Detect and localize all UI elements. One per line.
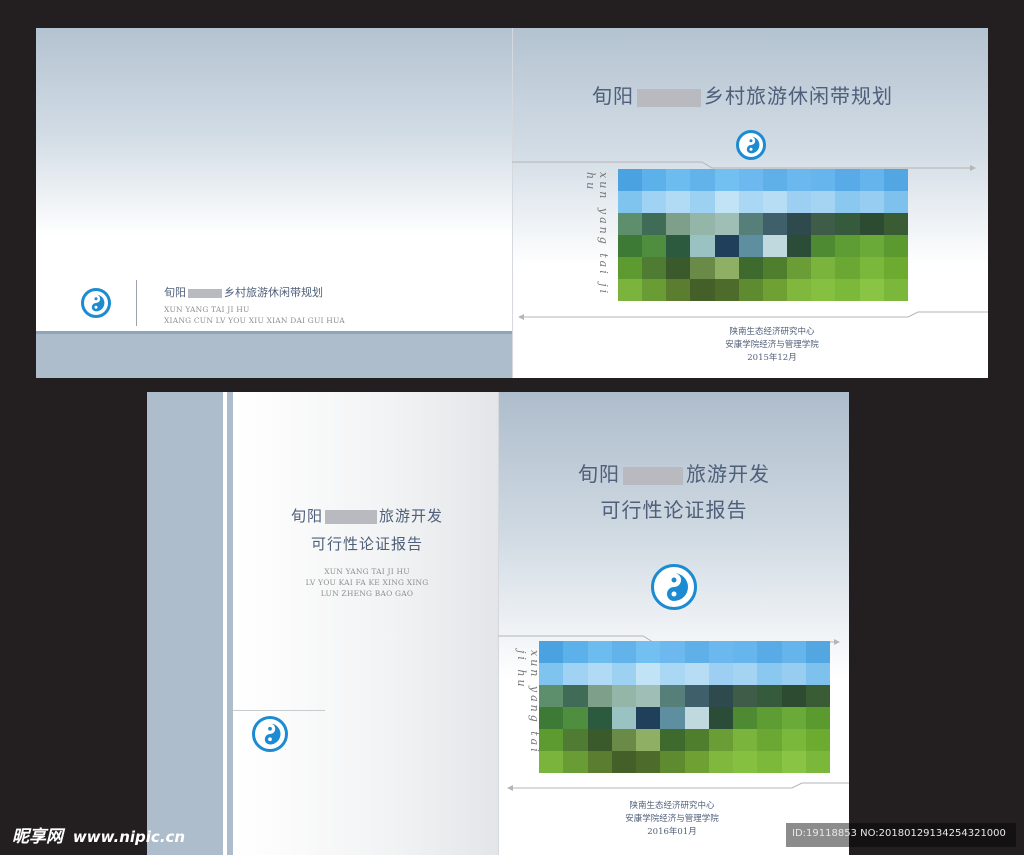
bottom-front-orgs: 陕南生态经济研究中心 安康学院经济与管理学院 2016年01月 xyxy=(625,801,719,837)
redacted-block xyxy=(188,288,222,298)
bottom-vertical-text: xun yang tai ji hu xyxy=(515,650,541,755)
top-spine-line xyxy=(512,28,513,378)
top-back-en: XUN YANG TAI JI HU XIANG CUN LV YOU XIU … xyxy=(164,305,345,325)
bottom-back-band xyxy=(147,392,223,855)
bottom-back-en: XUN YANG TAI JI HU LV YOU KAI FA KE XING… xyxy=(305,567,429,598)
top-cover: 旬阳 乡村旅游休闲带规划 XUN YANG TAI JI HU XIANG CUN… xyxy=(36,28,988,378)
redacted-block xyxy=(637,88,701,107)
watermark-id: ID:19118853 NO:20180129134254321000 xyxy=(792,828,1006,839)
top-front-title: 旬阳 乡村旅游休闲带规划 xyxy=(592,84,893,108)
bottom-arrow-right xyxy=(498,630,840,645)
top-arrow-right xyxy=(512,156,976,171)
bottom-arrow-left xyxy=(507,777,849,791)
top-arrow-left xyxy=(518,306,988,320)
redacted-block xyxy=(325,510,377,524)
landscape-photo xyxy=(539,641,830,773)
top-back-band xyxy=(36,334,512,378)
watermark-logo-text: 昵享网 xyxy=(12,827,63,847)
top-front-orgs: 陕南生态经济研究中心 安康学院经济与管理学院 2015年12月 xyxy=(725,327,819,363)
redacted-block xyxy=(623,466,683,485)
taiji-logo-icon xyxy=(651,564,697,610)
bottom-cover: 旬阳 旅游开发 可行性论证报告 XUN YANG TAI JI HU LV YOU… xyxy=(147,392,849,855)
bottom-back-hline xyxy=(233,710,325,711)
landscape-photo xyxy=(618,169,908,301)
top-vertical-text: xun yang tai ji hu xyxy=(584,172,610,297)
watermark-site: www.nipic.cn xyxy=(72,828,186,846)
top-back-vline xyxy=(136,280,137,326)
bottom-spine-line xyxy=(498,392,499,855)
watermark-brand: 昵享网 www.nipic.cn xyxy=(12,822,185,847)
taiji-logo-icon xyxy=(252,716,288,752)
top-back-title: 旬阳 乡村旅游休闲带规划 xyxy=(164,286,323,299)
taiji-logo-icon xyxy=(81,288,111,318)
bottom-front-title: 旬阳 旅游开发 可行性论证报告 xyxy=(578,462,770,522)
bottom-back-panel xyxy=(233,392,498,855)
bottom-back-title: 旬阳 旅游开发 可行性论证报告 xyxy=(290,507,444,553)
